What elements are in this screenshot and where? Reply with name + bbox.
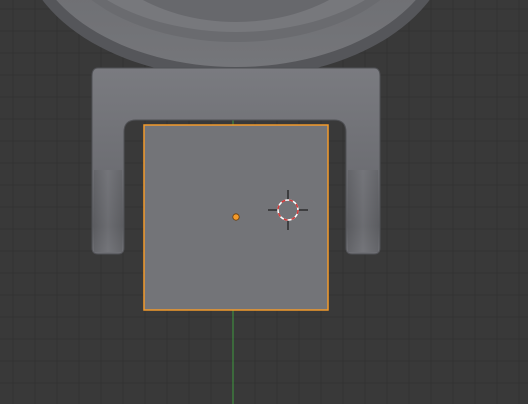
3d-viewport[interactable]	[0, 0, 528, 404]
object-origin-icon	[232, 213, 240, 221]
viewport-canvas[interactable]	[0, 0, 528, 404]
